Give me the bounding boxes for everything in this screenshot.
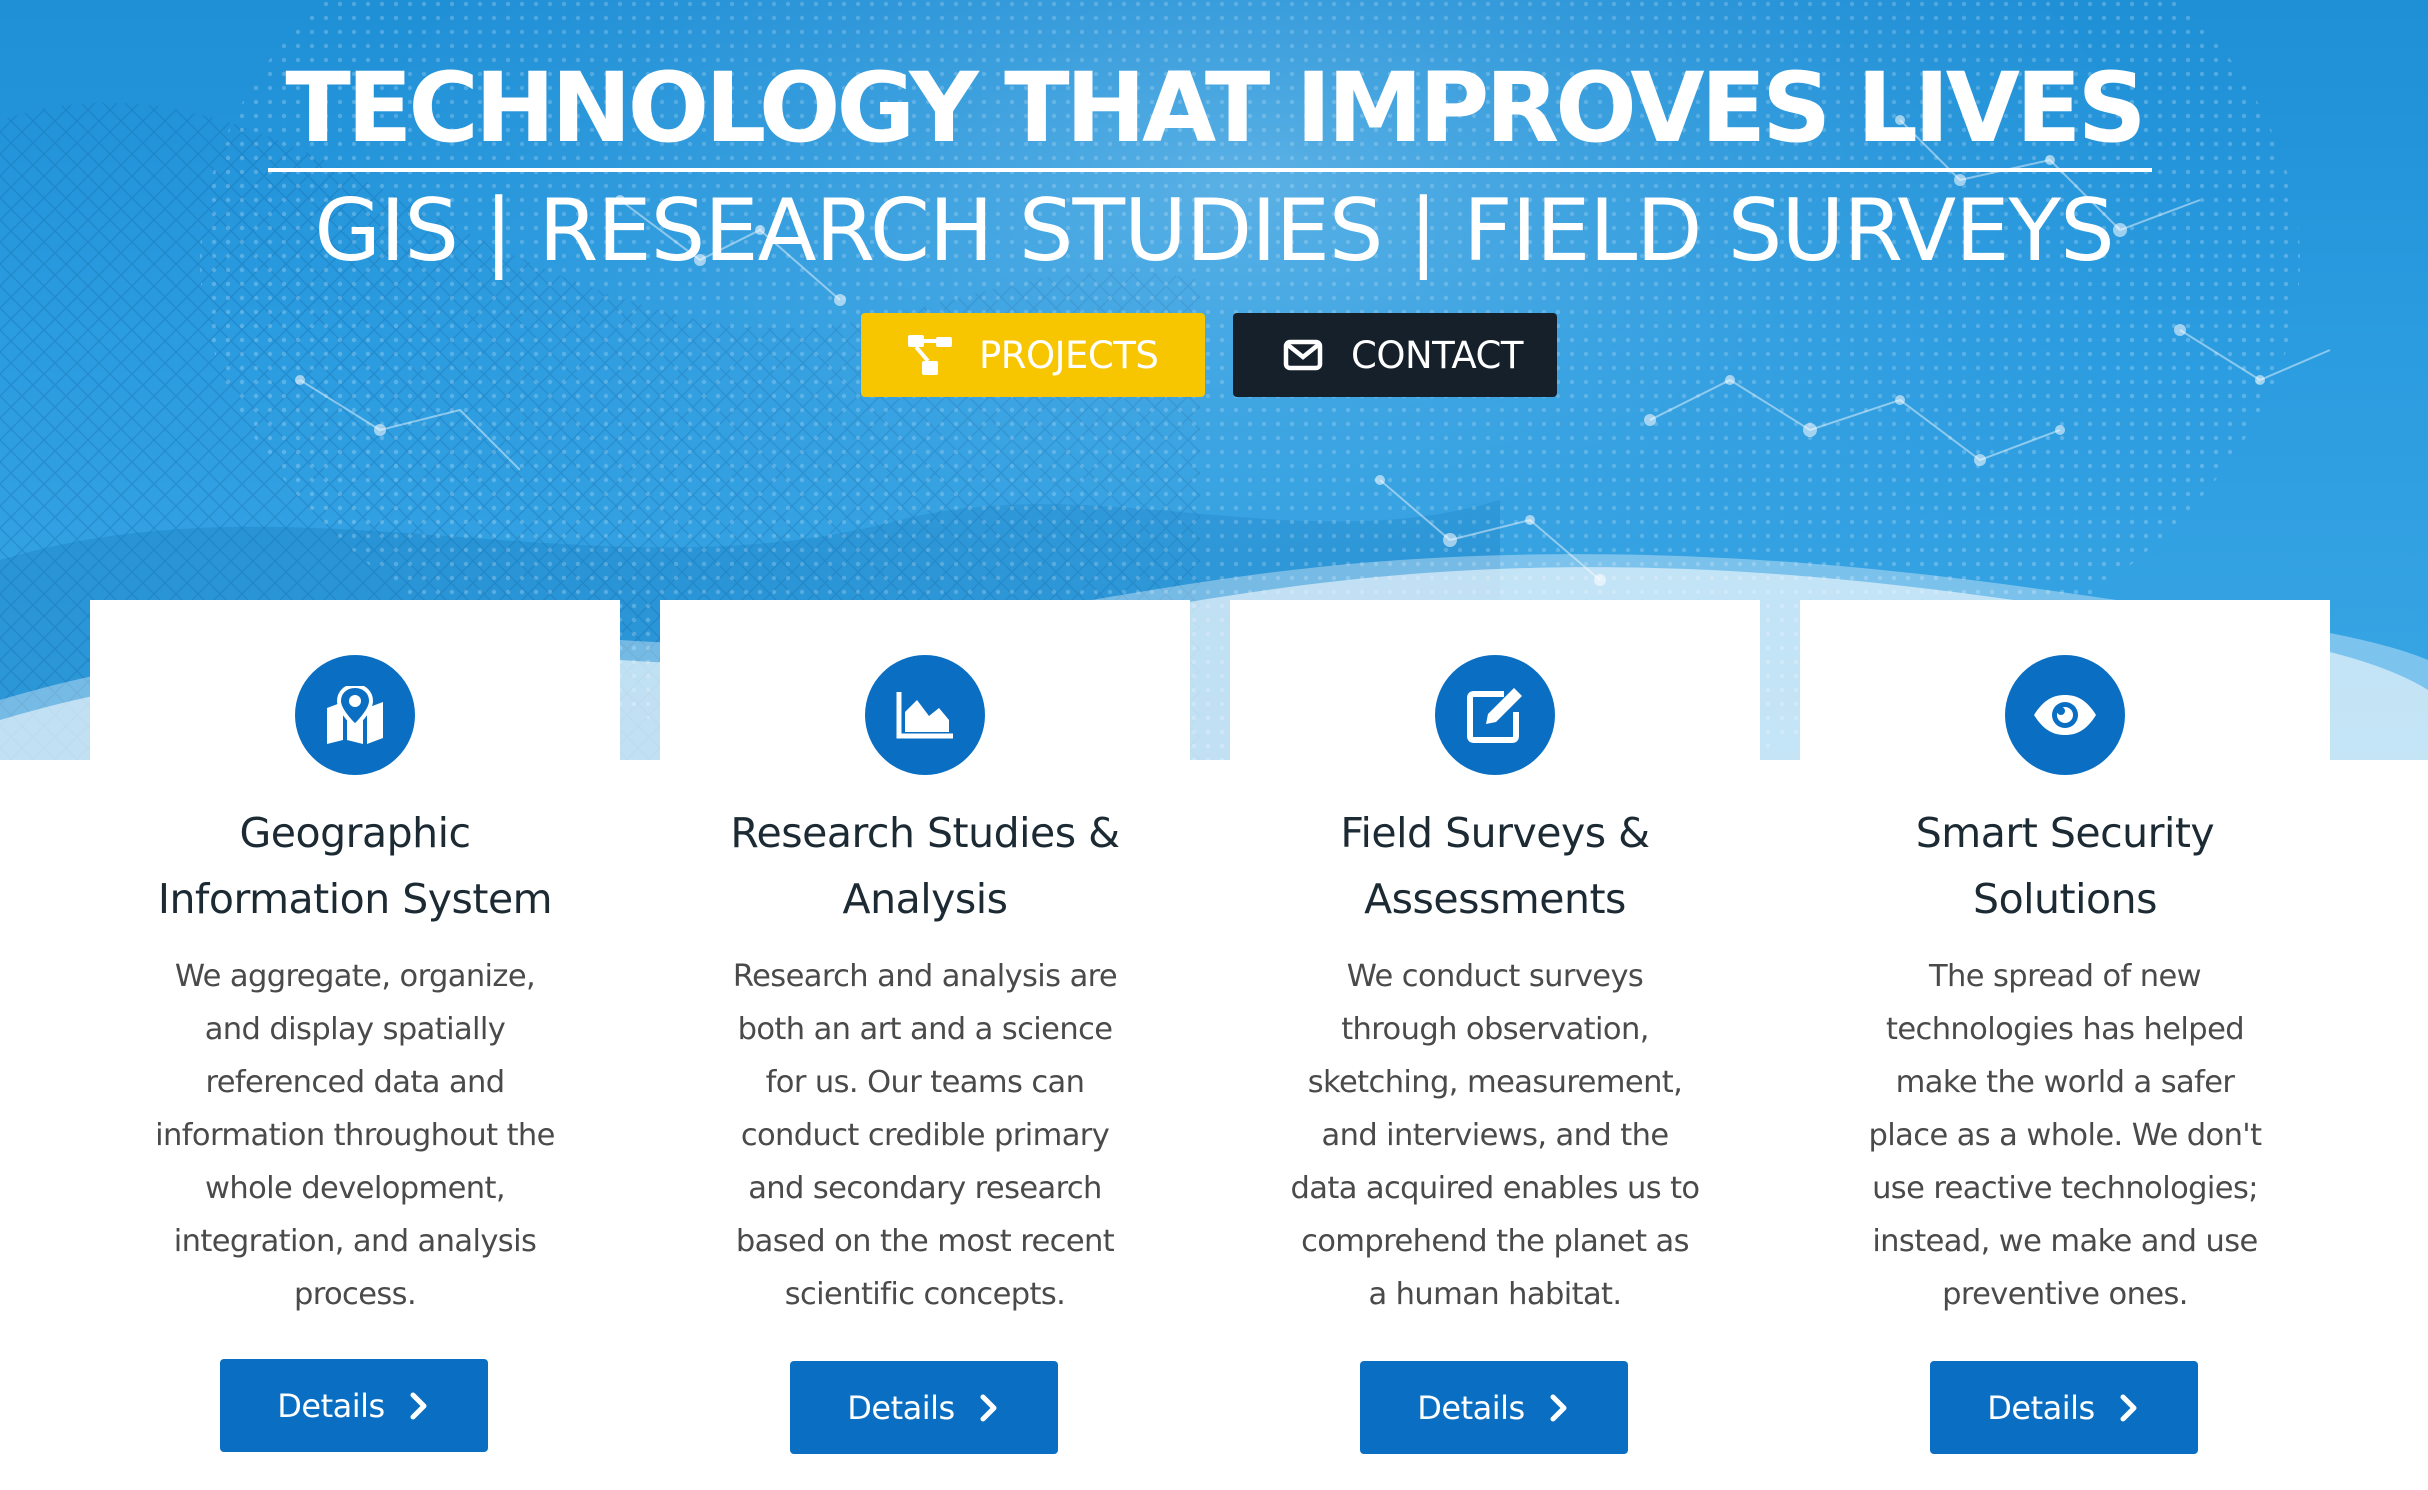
card-description-line: whole development, (205, 1171, 506, 1206)
card-title-line: Assessments (1364, 875, 1626, 923)
details-button-label: Details (847, 1388, 955, 1427)
card-description-line: scientific concepts. (784, 1277, 1066, 1312)
details-button-label: Details (277, 1386, 385, 1425)
projects-button-label: PROJECTS (979, 333, 1159, 377)
card-description-line: comprehend the planet as (1301, 1224, 1689, 1259)
hero-subtitle: GIS | RESEARCH STUDIES | FIELD SURVEYS (314, 181, 2114, 281)
service-card-security: Smart Security Solutions The spread of n… (1800, 600, 2330, 1490)
card-description: Research and analysis are both an art an… (660, 950, 1190, 1321)
card-description-line: based on the most recent (735, 1224, 1115, 1259)
service-card-field-surveys: Field Surveys & Assessments We conduct s… (1230, 600, 1760, 1490)
card-description-line: through observation, (1341, 1012, 1649, 1047)
envelope-icon (1279, 331, 1327, 379)
card-description-line: sketching, measurement, (1307, 1065, 1683, 1100)
card-description-line: make the world a safer (1895, 1065, 2235, 1100)
card-description-line: technologies has helped (1886, 1012, 2245, 1047)
card-description-line: process. (293, 1277, 417, 1312)
card-description-line: and interviews, and the (1321, 1118, 1670, 1153)
details-button-field-surveys[interactable]: Details (1360, 1361, 1628, 1454)
card-title-line: Analysis (842, 875, 1008, 923)
card-title-line: Field Surveys & (1340, 809, 1650, 857)
card-description-line: We aggregate, organize, (174, 959, 536, 994)
contact-button[interactable]: CONTACT (1233, 313, 1557, 397)
card-description: The spread of new technologies has helpe… (1800, 950, 2330, 1321)
card-description-line: referenced data and (205, 1065, 505, 1100)
card-description: We conduct surveys through observation, … (1230, 950, 1760, 1321)
eye-icon (2005, 655, 2125, 775)
card-title: Geographic Information System (90, 800, 620, 932)
service-card-research: Research Studies & Analysis Research and… (660, 600, 1190, 1490)
details-button-gis[interactable]: Details (220, 1359, 488, 1452)
details-button-label: Details (1987, 1388, 2095, 1427)
contact-button-label: CONTACT (1351, 333, 1523, 377)
service-card-gis: Geographic Information System We aggrega… (90, 600, 620, 1490)
card-description-line: a human habitat. (1368, 1277, 1622, 1312)
card-title-line: Information System (157, 875, 553, 923)
card-description-line: We conduct surveys (1346, 959, 1644, 994)
map-marker-icon (295, 655, 415, 775)
card-description: We aggregate, organize, and display spat… (90, 950, 620, 1321)
card-description-line: information throughout the (155, 1118, 555, 1153)
card-description-line: place as a whole. We don't (1868, 1118, 2263, 1153)
hero-button-group: PROJECTS CONTACT (861, 313, 1557, 397)
card-description-line: instead, we make and use (1872, 1224, 2258, 1259)
card-description-line: and display spatially (204, 1012, 506, 1047)
chevron-right-icon (407, 1390, 431, 1422)
edit-icon (1435, 655, 1555, 775)
card-title: Research Studies & Analysis (660, 800, 1190, 932)
card-title: Smart Security Solutions (1800, 800, 2330, 932)
chevron-right-icon (977, 1392, 1001, 1424)
card-title-line: Smart Security (1915, 809, 2215, 857)
card-description-line: Research and analysis are (732, 959, 1118, 994)
chevron-right-icon (2117, 1392, 2141, 1424)
chevron-right-icon (1547, 1392, 1571, 1424)
card-description-line: data acquired enables us to (1290, 1171, 1700, 1206)
card-title: Field Surveys & Assessments (1230, 800, 1760, 932)
card-title-line: Research Studies & (730, 809, 1120, 857)
sitemap-icon (907, 331, 955, 379)
card-description-line: and secondary research (748, 1171, 1102, 1206)
projects-button[interactable]: PROJECTS (861, 313, 1205, 397)
details-button-security[interactable]: Details (1930, 1361, 2198, 1454)
card-title-line: Geographic (239, 809, 471, 857)
card-description-line: use reactive technologies; (1872, 1171, 2258, 1206)
card-title-line: Solutions (1973, 875, 2157, 923)
card-description-line: integration, and analysis (173, 1224, 537, 1259)
details-button-research[interactable]: Details (790, 1361, 1058, 1454)
card-description-line: The spread of new (1929, 959, 2202, 994)
hero-divider (268, 168, 2152, 172)
card-description-line: for us. Our teams can (765, 1065, 1085, 1100)
card-description-line: both an art and a science (737, 1012, 1113, 1047)
card-description-line: preventive ones. (1942, 1277, 2188, 1312)
details-button-label: Details (1417, 1388, 1525, 1427)
area-chart-icon (865, 655, 985, 775)
hero-title: TECHNOLOGY THAT IMPROVES LIVES (285, 52, 2146, 164)
card-description-line: conduct credible primary (740, 1118, 1110, 1153)
